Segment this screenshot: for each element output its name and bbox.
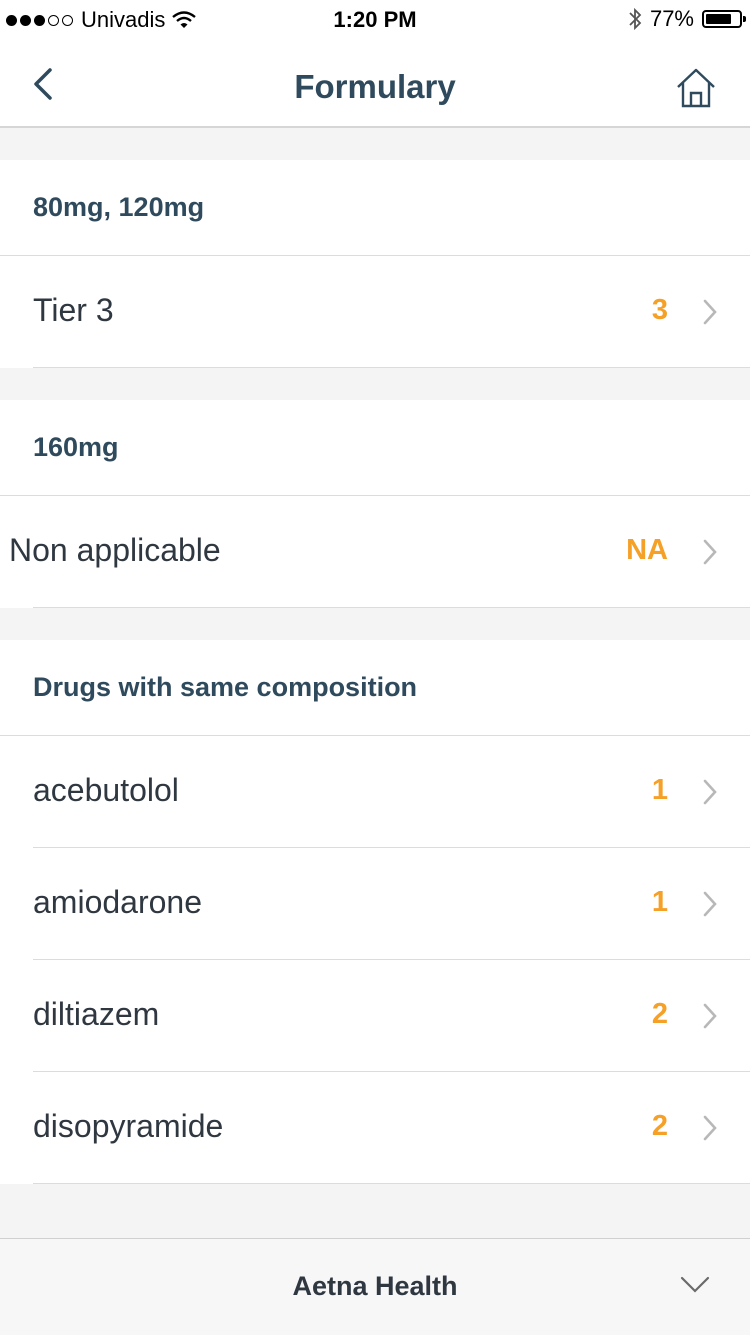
section-header: 80mg, 120mg	[0, 160, 750, 256]
chevron-right-icon	[703, 779, 717, 805]
page-title: Formulary	[294, 68, 456, 105]
list-item[interactable]: Non applicable NA	[0, 496, 750, 608]
battery-icon	[702, 10, 746, 28]
status-bar: Univadis 1:20 PM 77%	[0, 0, 750, 40]
list-item[interactable]: acebutolol 1	[0, 736, 750, 848]
bluetooth-icon	[629, 7, 642, 31]
list-item[interactable]: disopyramide 2	[0, 1072, 750, 1184]
chevron-down-icon[interactable]	[680, 1275, 710, 1295]
chevron-right-icon	[703, 1115, 717, 1141]
row-label: disopyramide	[33, 1108, 224, 1144]
section-header: Drugs with same composition	[0, 640, 750, 736]
list-item[interactable]: amiodarone 1	[0, 848, 750, 960]
section-title: 160mg	[33, 432, 119, 462]
tier-value: 1	[651, 886, 668, 918]
list-item[interactable]: diltiazem 2	[0, 960, 750, 1072]
chevron-right-icon	[703, 539, 717, 565]
tier-value: 2	[651, 1110, 668, 1142]
section-title: 80mg, 120mg	[33, 192, 205, 222]
bottom-bar-title: Aetna Health	[292, 1271, 458, 1301]
chevron-right-icon	[703, 299, 717, 325]
tier-value: 3	[651, 294, 668, 326]
navigation-bar: Formulary	[0, 40, 750, 128]
section-header: 160mg	[0, 400, 750, 496]
tier-value: NA	[626, 534, 668, 566]
tier-value: 2	[651, 998, 668, 1030]
row-label: Non applicable	[9, 532, 221, 568]
chevron-right-icon	[703, 1003, 717, 1029]
row-label: Tier 3	[33, 292, 114, 328]
section-title: Drugs with same composition	[33, 672, 418, 702]
bottom-bar[interactable]: Aetna Health	[0, 1238, 750, 1335]
row-label: amiodarone	[33, 884, 202, 920]
row-label: diltiazem	[33, 996, 160, 1032]
home-icon[interactable]	[674, 66, 718, 110]
list-item[interactable]: Tier 3 3	[0, 256, 750, 368]
tier-value: 1	[651, 774, 668, 806]
chevron-right-icon	[703, 891, 717, 917]
battery-percent: 77%	[649, 6, 694, 31]
status-right: 77%	[628, 6, 746, 32]
row-label: acebutolol	[33, 772, 179, 808]
